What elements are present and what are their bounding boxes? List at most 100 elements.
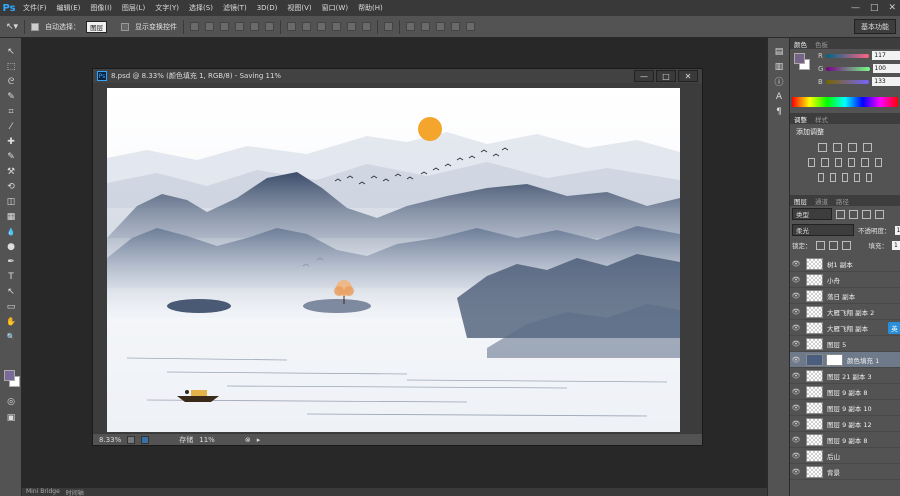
move-tool-preset-icon[interactable]: ↖▾ [6,22,18,32]
distribute-right-icon[interactable] [362,22,372,31]
menu-layer[interactable]: 图层(L) [117,3,150,13]
menu-help[interactable]: 帮助(H) [353,3,388,13]
doc-minimize-icon[interactable]: — [634,70,654,82]
3d-slide-icon[interactable] [451,22,461,31]
menu-edit[interactable]: 编辑(E) [52,3,86,13]
screen-mode-icon[interactable]: ▣ [0,410,22,425]
marquee-icon[interactable]: ⬚ [0,59,22,74]
visibility-eye-icon[interactable]: 👁 [790,292,802,300]
color-balance-icon[interactable] [834,158,842,167]
curves-icon[interactable] [848,143,857,152]
filter-shape-icon[interactable] [875,209,884,219]
filter-pixel-icon[interactable] [836,209,845,219]
lasso-icon[interactable]: ᘓ [0,74,22,89]
visibility-eye-icon[interactable]: 👁 [790,388,802,396]
channel-mixer-icon[interactable] [874,158,882,167]
doc-close-icon[interactable]: ✕ [678,70,698,82]
green-value[interactable]: 100 [872,64,900,73]
layer-row[interactable]: 👁 图层 9 副本 8 [790,384,900,400]
menu-filter[interactable]: 滤镜(T) [218,3,252,13]
history-brush-icon[interactable]: ⟲ [0,179,22,194]
menu-type[interactable]: 文字(Y) [150,3,184,13]
document-titlebar[interactable]: Ps 8.psd @ 8.33% (颜色填充 1, RGB/8) - Savin… [93,69,702,83]
auto-align-icon[interactable] [384,22,394,31]
tab-mini-bridge[interactable]: Mini Bridge [26,488,60,496]
visibility-eye-icon[interactable]: 👁 [790,404,802,412]
layer-row[interactable]: 👁 后山 [790,448,900,464]
layer-row[interactable]: 👁 图层 9 副本 8 [790,432,900,448]
visibility-eye-icon[interactable]: 👁 [790,340,802,348]
hand-icon[interactable]: ✋ [0,314,22,329]
filter-type-icon[interactable] [862,209,871,219]
align-vcenter-icon[interactable] [205,22,215,31]
visibility-eye-icon[interactable]: 👁 [790,372,802,380]
levels-icon[interactable] [833,143,842,152]
menu-file[interactable]: 文件(F) [18,3,52,13]
workspace-switcher[interactable]: 基本功能 [854,19,896,34]
gradient-map-icon[interactable] [854,173,860,182]
auto-select-checkbox[interactable] [31,22,40,31]
threshold-icon[interactable] [842,173,848,182]
layer-row[interactable]: 👁 图层 21 副本 3 [790,368,900,384]
align-bottom-icon[interactable] [220,22,230,31]
selective-color-icon[interactable] [866,173,872,182]
photo-filter-icon[interactable] [861,158,869,167]
tab-channels[interactable]: 通道 [815,196,828,206]
3d-scale-icon[interactable] [466,22,476,31]
lock-all-icon[interactable] [841,240,851,250]
lock-pixels-icon[interactable] [815,240,825,250]
rectangle-icon[interactable]: ▭ [0,299,22,314]
layer-row[interactable]: 👁 小舟 [790,272,900,288]
color-spectrum[interactable] [792,97,898,107]
pen-icon[interactable]: ✒ [0,254,22,269]
visibility-eye-icon[interactable]: 👁 [790,420,802,428]
menu-image[interactable]: 图像(I) [85,3,117,13]
green-slider[interactable] [826,66,870,71]
tab-timeline[interactable]: 时间轴 [66,488,84,496]
layer-row[interactable]: 👁 图层 9 副本 12 [790,416,900,432]
blue-value[interactable]: 133 [872,77,900,86]
canvas-area[interactable] [93,83,702,433]
tab-adjustments[interactable]: 调整 [794,114,807,124]
artwork-canvas[interactable] [107,88,680,432]
layer-row[interactable]: 👁 大雁飞翔 副本 2 [790,304,900,320]
distribute-vcenter-icon[interactable] [302,22,312,31]
path-select-icon[interactable]: ↖ [0,284,22,299]
blur-icon[interactable]: 💧 [0,224,22,239]
cancel-save-icon[interactable]: ⊗ [245,436,251,444]
visibility-eye-icon[interactable]: 👁 [790,452,802,460]
show-transform-checkbox[interactable] [121,22,130,31]
dodge-icon[interactable]: ● [0,239,22,254]
quick-select-icon[interactable]: ✎ [0,89,22,104]
clone-stamp-icon[interactable]: ⚒ [0,164,22,179]
3d-rotate-icon[interactable] [406,22,416,31]
hue-saturation-icon[interactable] [821,158,829,167]
visibility-eye-icon[interactable]: 👁 [790,436,802,444]
invert-icon[interactable] [818,173,824,182]
visibility-eye-icon[interactable]: 👁 [790,276,802,284]
layer-row[interactable]: 👁 图层 9 副本 10 [790,400,900,416]
spot-heal-icon[interactable]: ✚ [0,134,22,149]
brightness-icon[interactable] [818,143,827,152]
properties-panel-icon[interactable]: ▥ [768,59,790,74]
status-menu-arrow-icon[interactable]: ▸ [257,436,261,444]
distribute-bottom-icon[interactable] [317,22,327,31]
gradient-icon[interactable]: ▦ [0,209,22,224]
fill-value[interactable]: 1 [892,240,900,250]
layer-row[interactable]: 👁 背景 [790,464,900,480]
restore-icon[interactable]: □ [870,3,879,13]
close-icon[interactable]: ✕ [888,3,896,13]
brush-icon[interactable]: ✎ [0,149,22,164]
align-left-icon[interactable] [235,22,245,31]
quick-mask-icon[interactable]: ◎ [0,394,22,409]
red-value[interactable]: 117 [872,51,900,60]
eyedropper-icon[interactable]: ⁄ [0,119,22,134]
align-hcenter-icon[interactable] [250,22,260,31]
menu-view[interactable]: 视图(V) [282,3,316,13]
exposure-icon[interactable] [863,143,872,152]
menu-3d[interactable]: 3D(D) [252,4,283,12]
info-panel-icon[interactable]: ⓘ [768,74,790,89]
visibility-eye-icon[interactable]: 👁 [790,308,802,316]
menu-window[interactable]: 窗口(W) [317,3,353,13]
align-right-icon[interactable] [265,22,275,31]
